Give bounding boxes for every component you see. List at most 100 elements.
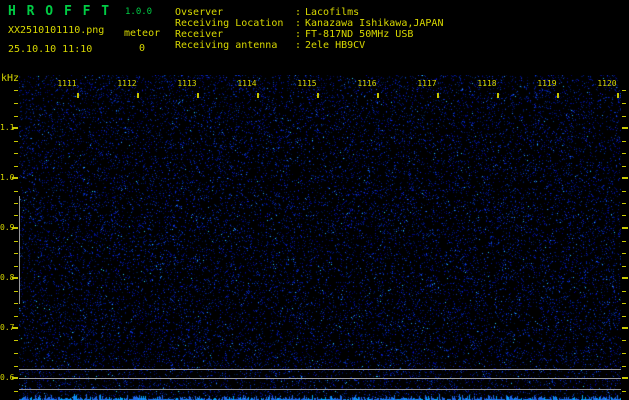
spectrogram-canvas bbox=[19, 75, 621, 400]
info-row-observer: Ovserver: Lacofilms bbox=[175, 7, 443, 18]
freq-minor-tick bbox=[14, 141, 18, 142]
freq-major-tick bbox=[12, 377, 18, 379]
minute-tick bbox=[77, 93, 79, 98]
info-row-receiver: Receiver: FT-817ND 50MHz USB bbox=[175, 29, 443, 40]
freq-major-tick-right bbox=[622, 227, 628, 229]
minute-tick bbox=[377, 93, 379, 98]
freq-minor-tick-right bbox=[622, 316, 626, 317]
output-filename: XX2510101110.png bbox=[8, 25, 105, 36]
info-row-antenna: Receiving antenna:2ele HB9CV bbox=[175, 40, 443, 51]
freq-minor-tick-right bbox=[622, 166, 626, 167]
info-separator: : bbox=[295, 40, 302, 51]
freq-minor-tick-right bbox=[622, 153, 626, 154]
freq-minor-tick bbox=[14, 316, 18, 317]
freq-major-tick-right bbox=[622, 177, 628, 179]
time-tick-label: 1115 bbox=[297, 79, 317, 88]
freq-major-tick-right bbox=[622, 377, 628, 379]
info-separator: : bbox=[295, 7, 302, 18]
time-tick-label: 1112 bbox=[117, 79, 137, 88]
left-edge-marker-line bbox=[19, 196, 20, 304]
reference-line-upper bbox=[19, 369, 621, 370]
freq-minor-tick bbox=[14, 391, 18, 392]
freq-minor-tick-right bbox=[622, 391, 626, 392]
freq-minor-tick bbox=[14, 203, 18, 204]
freq-minor-tick-right bbox=[622, 366, 626, 367]
freq-minor-tick-right bbox=[622, 203, 626, 204]
minute-tick bbox=[317, 93, 319, 98]
version-label: 1.0.0 bbox=[125, 7, 153, 17]
freq-minor-tick bbox=[14, 90, 18, 91]
station-info: Ovserver: Lacofilms Receiving Location: Ka… bbox=[175, 7, 443, 51]
freq-minor-tick bbox=[14, 241, 18, 242]
freq-major-tick bbox=[12, 177, 18, 179]
info-label: Receiving Location bbox=[175, 18, 284, 29]
freq-minor-tick-right bbox=[622, 191, 626, 192]
long-echo-count: 0 bbox=[139, 43, 146, 54]
info-value: FT-817ND 50MHz USB bbox=[305, 29, 414, 40]
info-row-location: Receiving Location: Kanazawa Ishikawa,JAP… bbox=[175, 18, 443, 29]
info-label: Receiver bbox=[175, 29, 224, 40]
time-tick-label: 1119 bbox=[537, 79, 557, 88]
time-tick-label: 1114 bbox=[237, 79, 257, 88]
info-label: Receiving antenna bbox=[175, 40, 278, 51]
freq-minor-tick-right bbox=[622, 253, 626, 254]
freq-minor-tick bbox=[14, 116, 18, 117]
minute-tick bbox=[197, 93, 199, 98]
freq-minor-tick bbox=[14, 340, 18, 341]
minute-tick bbox=[137, 93, 139, 98]
freq-minor-tick-right bbox=[622, 303, 626, 304]
minute-tick bbox=[257, 93, 259, 98]
freq-major-tick-right bbox=[622, 277, 628, 279]
info-value: Lacofilms bbox=[305, 7, 360, 18]
freq-minor-tick-right bbox=[622, 340, 626, 341]
info-separator: : bbox=[295, 29, 302, 40]
freq-minor-tick-right bbox=[622, 353, 626, 354]
freq-minor-tick-right bbox=[622, 90, 626, 91]
freq-minor-tick bbox=[14, 353, 18, 354]
freq-minor-tick-right bbox=[622, 266, 626, 267]
reference-line-lower bbox=[19, 389, 621, 390]
freq-minor-tick-right bbox=[622, 141, 626, 142]
minute-tick bbox=[437, 93, 439, 98]
minute-tick bbox=[497, 93, 499, 98]
freq-minor-tick bbox=[14, 291, 18, 292]
freq-major-tick bbox=[12, 127, 18, 129]
freq-minor-tick bbox=[14, 303, 18, 304]
freq-major-tick bbox=[12, 227, 18, 229]
mode-label: meteor bbox=[124, 28, 161, 39]
freq-minor-tick bbox=[14, 103, 18, 104]
freq-minor-tick bbox=[14, 215, 18, 216]
freq-minor-tick bbox=[14, 366, 18, 367]
datetime-label: 25.10.10 11:10 bbox=[8, 44, 93, 55]
freq-minor-tick bbox=[14, 191, 18, 192]
time-tick-label: 1113 bbox=[177, 79, 197, 88]
freq-major-tick bbox=[12, 327, 18, 329]
hrofft-window: H R O F F T 1.0.0 XX2510101110.png meteo… bbox=[0, 0, 629, 400]
freq-major-tick bbox=[12, 277, 18, 279]
freq-minor-tick bbox=[14, 153, 18, 154]
app-title: H R O F F T bbox=[8, 4, 111, 19]
freq-minor-tick bbox=[14, 253, 18, 254]
freq-minor-tick-right bbox=[622, 116, 626, 117]
freq-minor-tick-right bbox=[622, 103, 626, 104]
minute-tick bbox=[557, 93, 559, 98]
time-tick-label: 1111 bbox=[57, 79, 77, 88]
info-label: Ovserver bbox=[175, 7, 224, 18]
reference-line-carrier bbox=[19, 378, 621, 379]
freq-major-tick-right bbox=[622, 127, 628, 129]
freq-minor-tick bbox=[14, 266, 18, 267]
freq-minor-tick-right bbox=[622, 241, 626, 242]
freq-minor-tick-right bbox=[622, 215, 626, 216]
info-value: 2ele HB9CV bbox=[305, 40, 366, 51]
minute-tick bbox=[617, 93, 619, 98]
freq-unit-label: kHz bbox=[1, 73, 20, 84]
info-separator: : bbox=[295, 18, 302, 29]
info-value: Kanazawa Ishikawa,JAPAN bbox=[305, 18, 444, 29]
time-tick-label: 1117 bbox=[417, 79, 437, 88]
freq-minor-tick-right bbox=[622, 291, 626, 292]
time-tick-label: 1118 bbox=[477, 79, 497, 88]
time-tick-label: 1120 bbox=[597, 79, 617, 88]
freq-major-tick-right bbox=[622, 327, 628, 329]
time-tick-label: 1116 bbox=[357, 79, 377, 88]
freq-minor-tick bbox=[14, 166, 18, 167]
